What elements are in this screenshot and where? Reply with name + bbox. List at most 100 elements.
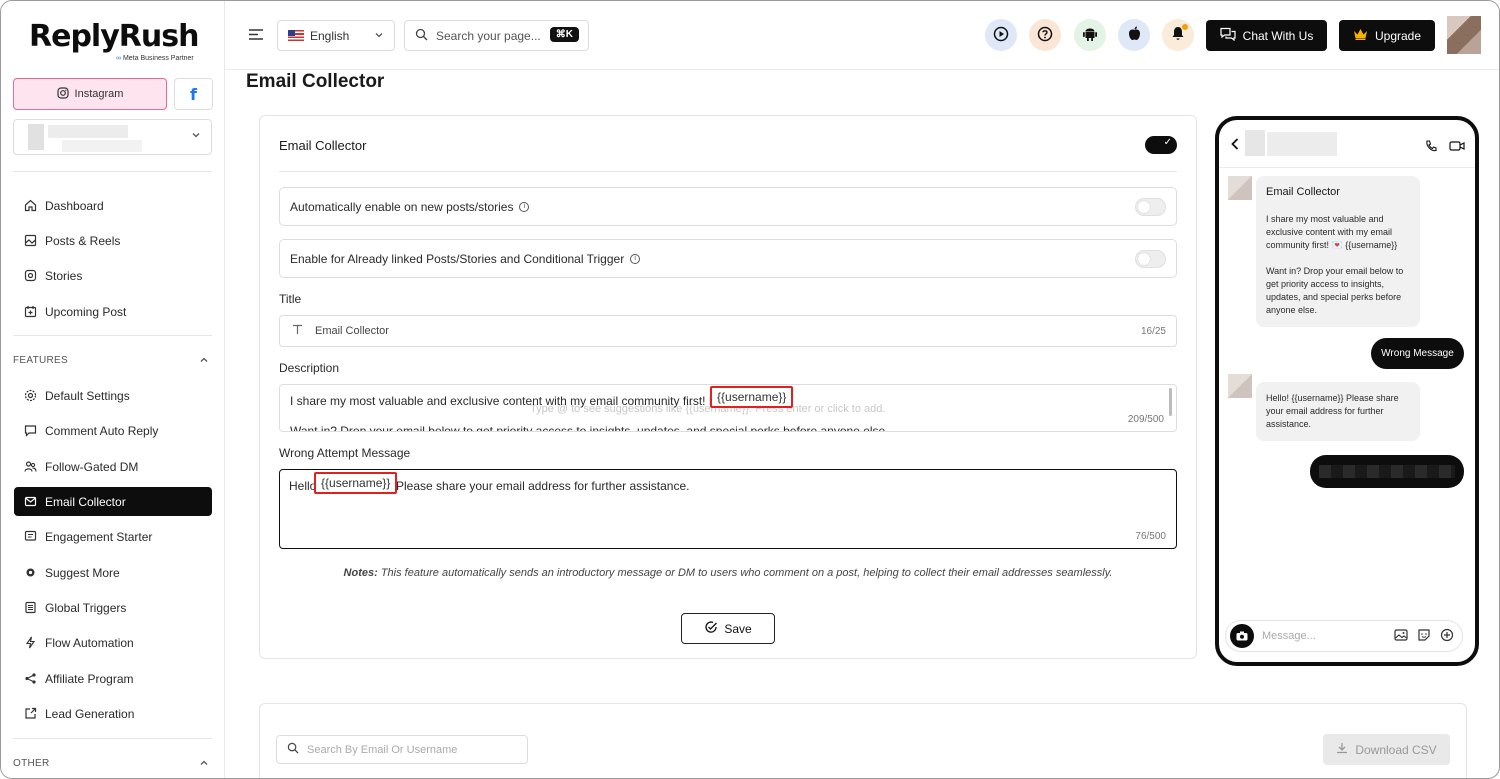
facebook-button[interactable]: f: [174, 78, 213, 110]
camera-icon[interactable]: [1230, 624, 1254, 648]
sidebar-item-upcoming-post[interactable]: Upcoming Post: [14, 297, 212, 326]
sidebar-item-label: Flow Automation: [45, 635, 134, 650]
help-button[interactable]: [1029, 19, 1061, 51]
question-circle-icon: [1037, 26, 1053, 45]
page-search-input[interactable]: Search your page... ⌘K: [404, 20, 589, 51]
sidebar-item-suggest-more[interactable]: Suggest More: [14, 558, 212, 587]
logo[interactable]: ReplyRush ∞ Meta Business Partner: [29, 19, 199, 62]
notifications-button[interactable]: [1162, 19, 1194, 51]
sidebar-item-global-triggers[interactable]: Global Triggers: [14, 593, 212, 622]
instagram-button[interactable]: Instagram: [13, 78, 167, 110]
page-title: Email Collector: [246, 71, 385, 92]
instagram-icon: [56, 86, 69, 102]
apple-icon: [1128, 26, 1141, 44]
sidebar-item-email-collector[interactable]: Email Collector: [14, 487, 212, 516]
sticker-icon[interactable]: [1417, 628, 1431, 645]
sidebar-item-label: Posts & Reels: [45, 233, 121, 248]
notes-text: Notes: This feature automatically sends …: [260, 567, 1196, 579]
meta-partner-badge: ∞ Meta Business Partner: [116, 55, 194, 62]
email-search-input[interactable]: Search By Email Or Username: [276, 735, 528, 764]
auto-enable-option: Automatically enable on new posts/storie…: [279, 187, 1177, 226]
message-input[interactable]: Message...: [1225, 620, 1463, 652]
title-input[interactable]: Email Collector 16/25: [279, 315, 1177, 347]
account-name-blurred: [48, 125, 128, 138]
menu-icon[interactable]: [248, 28, 264, 44]
app-window: ReplyRush ∞ Meta Business Partner Instag…: [0, 0, 1500, 779]
auto-enable-toggle[interactable]: [1135, 198, 1166, 216]
other-section-label: OTHER: [13, 758, 50, 769]
users-icon: [24, 460, 37, 473]
sidebar-item-label: Global Triggers: [45, 600, 127, 615]
wrong-attempt-counter: 76/500: [1135, 531, 1166, 542]
chevron-up-icon[interactable]: [199, 355, 209, 368]
download-icon: [1336, 742, 1348, 757]
wrong-attempt-suffix: Please share your email address for furt…: [396, 479, 690, 493]
divider: [13, 335, 212, 336]
email-collector-card: Email Collector Automatically enable on …: [259, 115, 1197, 659]
download-csv-button[interactable]: Download CSV: [1323, 734, 1450, 765]
redacted-text: [1319, 465, 1455, 478]
input-actions: [1394, 628, 1454, 645]
video-call-icon[interactable]: [1449, 140, 1465, 155]
video-tutorial-button[interactable]: [985, 19, 1017, 51]
notes-prefix: Notes:: [343, 567, 378, 579]
android-icon: [1083, 26, 1097, 44]
info-icon[interactable]: i: [519, 201, 530, 212]
upgrade-button[interactable]: Upgrade: [1339, 20, 1435, 51]
sidebar-item-lead-generation[interactable]: Lead Generation: [14, 699, 212, 728]
text-type-icon: [292, 324, 303, 338]
sender-avatar: [1228, 176, 1252, 200]
sidebar-item-comment-auto-reply[interactable]: Comment Auto Reply: [14, 416, 212, 445]
top-bar: English Search your page... ⌘K Chat With…: [225, 1, 1499, 70]
back-icon[interactable]: [1231, 138, 1239, 153]
wrong-attempt-textarea[interactable]: Hello! Please share your email address f…: [279, 469, 1177, 549]
chat-with-us-button[interactable]: Chat With Us: [1206, 20, 1327, 51]
sidebar-item-label: Comment Auto Reply: [45, 423, 159, 438]
message-text: Hello! {{username}} Please share your em…: [1266, 393, 1399, 429]
sidebar-item-follow-gated-dm[interactable]: Follow-Gated DM: [14, 452, 212, 481]
chevron-down-icon: [374, 29, 384, 43]
chevron-up-icon[interactable]: [199, 758, 209, 771]
sidebar-item-default-settings[interactable]: Default Settings: [14, 381, 212, 410]
message-bubble-outgoing-redacted: [1310, 455, 1464, 488]
search-icon: [287, 742, 299, 757]
share-icon: [24, 672, 37, 685]
save-check-icon: [704, 620, 718, 637]
wrong-attempt-label: Wrong Attempt Message: [279, 446, 411, 460]
account-select[interactable]: [13, 119, 212, 155]
sidebar-item-flow-automation[interactable]: Flow Automation: [14, 628, 212, 657]
email-collector-toggle[interactable]: [1145, 136, 1177, 154]
ios-app-button[interactable]: [1118, 19, 1150, 51]
divider: [13, 171, 212, 172]
sidebar: ReplyRush ∞ Meta Business Partner Instag…: [1, 1, 225, 778]
phone-icon[interactable]: [1425, 140, 1437, 155]
divider: [279, 171, 1177, 172]
add-circle-icon[interactable]: [1440, 628, 1454, 645]
sidebar-item-label: Stories: [45, 268, 83, 283]
message-text: Want in? Drop your email below to get pr…: [1266, 266, 1404, 315]
save-button[interactable]: Save: [681, 613, 775, 644]
home-icon: [24, 199, 37, 212]
image-icon: [24, 234, 37, 247]
sender-avatar: [1228, 374, 1252, 398]
sidebar-item-engagement-starter[interactable]: Engagement Starter: [14, 522, 212, 551]
sidebar-item-label: Engagement Starter: [45, 529, 153, 544]
sidebar-item-label: Email Collector: [45, 494, 126, 509]
list-icon: [24, 601, 37, 614]
language-select[interactable]: English: [277, 20, 395, 51]
logo-text: ReplyRush: [29, 19, 199, 54]
info-icon[interactable]: i: [630, 253, 641, 264]
stories-icon: [24, 269, 37, 282]
sidebar-item-posts-reels[interactable]: Posts & Reels: [14, 226, 212, 255]
description-line: I share my most valuable and exclusive c…: [290, 394, 724, 408]
android-app-button[interactable]: [1074, 19, 1106, 51]
linked-posts-toggle[interactable]: [1135, 250, 1166, 268]
sidebar-item-affiliate-program[interactable]: Affiliate Program: [14, 664, 212, 693]
scrollbar[interactable]: [1169, 388, 1172, 416]
message-lines-icon: [24, 530, 37, 543]
gallery-icon[interactable]: [1394, 628, 1408, 645]
sidebar-item-stories[interactable]: Stories: [14, 261, 212, 290]
sidebar-item-label: Follow-Gated DM: [45, 459, 139, 474]
sidebar-item-dashboard[interactable]: Dashboard: [14, 191, 212, 220]
user-avatar[interactable]: [1447, 16, 1481, 54]
